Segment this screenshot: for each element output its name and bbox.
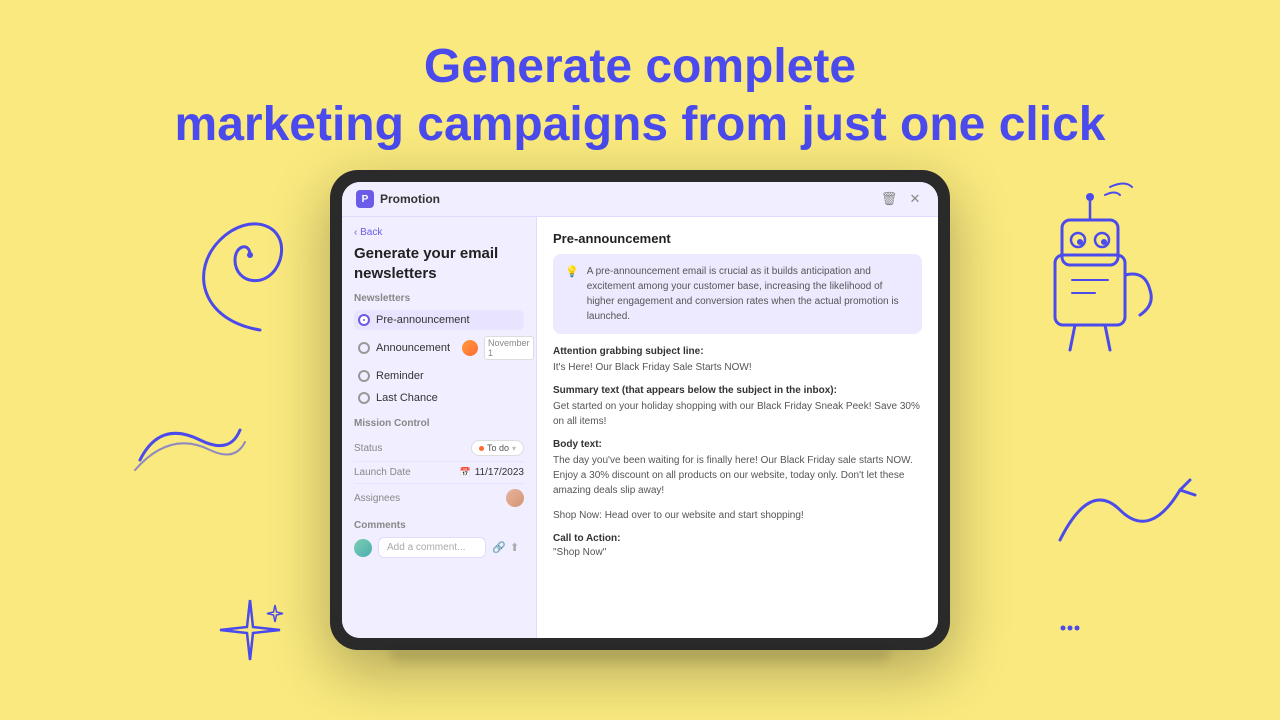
app-header: P Promotion 🗑 ✕ (342, 182, 938, 217)
cta-block: Call to Action: "Shop Now" (553, 533, 922, 558)
app-header-left: P Promotion (356, 190, 440, 208)
status-value: To do (487, 443, 509, 453)
cta-value: "Shop Now" (553, 547, 922, 558)
date-badge-announcement: November 1 (484, 336, 534, 360)
radio-announcement (358, 342, 370, 354)
newsletter-item-reminder[interactable]: Reminder (354, 366, 524, 386)
newsletter-label-pre: Pre-announcement (376, 314, 520, 326)
share-icon[interactable]: ⬆ (510, 541, 524, 555)
date-text: 11/17/2023 (475, 467, 524, 478)
comment-avatar (354, 539, 372, 557)
comment-input[interactable]: Add a comment... (378, 537, 486, 558)
summary-label: Summary text (that appears below the sub… (553, 385, 922, 396)
status-dot (479, 446, 484, 451)
cta-label: Call to Action: (553, 533, 922, 544)
trash-icon[interactable]: 🗑 (880, 190, 898, 208)
mission-control-section: Mission Control Status To do ▾ Launch Da… (354, 418, 524, 512)
sidebar-title: Generate your email newsletters (354, 244, 524, 283)
app-title: Promotion (380, 192, 440, 206)
body-label: Body text: (553, 439, 922, 450)
newsletter-label-last-chance: Last Chance (376, 392, 520, 404)
newsletter-label-reminder: Reminder (376, 370, 520, 382)
status-chevron: ▾ (512, 444, 516, 453)
doodle-dots (1060, 620, 1080, 638)
calendar-icon: 📅 (459, 467, 470, 478)
launch-date-value: 📅 11/17/2023 (459, 467, 524, 478)
attention-block: Attention grabbing subject line: It's He… (553, 346, 922, 375)
status-row: Status To do ▾ (354, 435, 524, 462)
hero-title: Generate complete marketing campaigns fr… (0, 38, 1280, 153)
status-label: Status (354, 443, 382, 454)
shop-now-block: Shop Now: Head over to our website and s… (553, 508, 922, 523)
comments-label: Comments (354, 520, 524, 531)
status-badge[interactable]: To do ▾ (471, 440, 524, 456)
sidebar: ‹ Back Generate your email newsletters N… (342, 217, 537, 638)
app-header-right: 🗑 ✕ (880, 190, 924, 208)
main-content: Pre-announcement 💡 A pre-announcement em… (537, 217, 938, 638)
doodle-stars (210, 590, 290, 675)
info-text: A pre-announcement email is crucial as i… (587, 264, 910, 324)
shop-now-value: Shop Now: Head over to our website and s… (553, 508, 922, 523)
newsletters-label: Newsletters (354, 293, 524, 304)
doodle-lines (130, 400, 250, 485)
info-box: 💡 A pre-announcement email is crucial as… (553, 254, 922, 334)
back-link[interactable]: ‹ Back (354, 227, 524, 238)
body-value: The day you've been waiting for is final… (553, 453, 922, 498)
launch-date-label: Launch Date (354, 467, 411, 478)
content-title: Pre-announcement (553, 231, 922, 246)
link-icon[interactable]: 🔗 (492, 541, 506, 555)
info-icon: 💡 (565, 265, 579, 278)
doodle-squiggle (1050, 460, 1200, 565)
doodle-spiral (180, 190, 310, 355)
newsletter-label-announcement: Announcement (376, 342, 450, 354)
hero-section: Generate complete marketing campaigns fr… (0, 0, 1280, 153)
tablet-reflection (390, 650, 890, 668)
comment-input-row: Add a comment... 🔗 ⬆ (354, 537, 524, 558)
newsletter-item-last-chance[interactable]: Last Chance (354, 388, 524, 408)
body-block: Body text: The day you've been waiting f… (553, 439, 922, 498)
summary-value: Get started on your holiday shopping wit… (553, 399, 922, 429)
radio-pre-announcement (358, 314, 370, 326)
attention-label: Attention grabbing subject line: (553, 346, 922, 357)
attention-value: It's Here! Our Black Friday Sale Starts … (553, 360, 922, 375)
announcement-avatar (462, 340, 478, 356)
doodle-robot (1020, 175, 1180, 400)
app-logo: P (356, 190, 374, 208)
close-icon[interactable]: ✕ (906, 190, 924, 208)
comments-section: Comments Add a comment... 🔗 ⬆ (354, 520, 524, 558)
tablet-device: P Promotion 🗑 ✕ ‹ Back Generate your ema… (330, 170, 950, 650)
summary-block: Summary text (that appears below the sub… (553, 385, 922, 429)
assignee-avatar (506, 489, 524, 507)
newsletter-item-announcement[interactable]: Announcement November 1 › (354, 332, 524, 364)
launch-date-row: Launch Date 📅 11/17/2023 (354, 462, 524, 484)
assignees-row: Assignees (354, 484, 524, 512)
radio-last-chance (358, 392, 370, 404)
app-body: ‹ Back Generate your email newsletters N… (342, 217, 938, 638)
radio-reminder (358, 370, 370, 382)
newsletter-item-pre-announcement[interactable]: Pre-announcement (354, 310, 524, 330)
app-screen: P Promotion 🗑 ✕ ‹ Back Generate your ema… (342, 182, 938, 638)
comment-actions: 🔗 ⬆ (492, 541, 524, 555)
mission-control-label: Mission Control (354, 418, 524, 429)
assignees-label: Assignees (354, 493, 400, 504)
